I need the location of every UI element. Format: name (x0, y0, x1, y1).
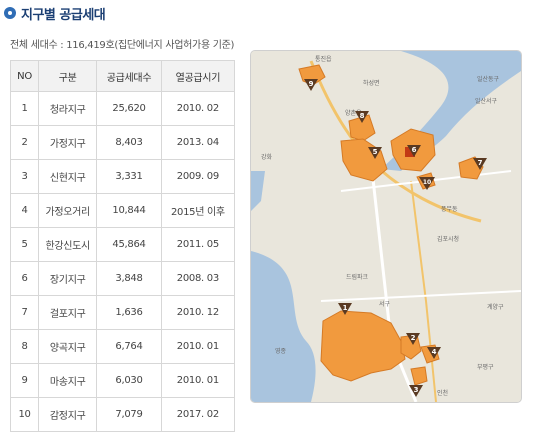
cell-count: 3,331 (96, 159, 162, 194)
cell-name: 장기지구 (38, 261, 98, 296)
cell-year: 2008. 03 (160, 261, 236, 296)
map-label-incheon: 인천 (437, 389, 448, 397)
cell-count: 45,864 (96, 227, 162, 262)
map-label-tongjin: 통진읍 (315, 55, 332, 63)
section-header: 지구별 공급세대 (4, 3, 106, 23)
table-row: 9 마송지구 6,030 2010. 01 (9, 363, 236, 398)
cell-name: 청라지구 (38, 91, 98, 126)
map-marker-label: 8 (360, 112, 365, 120)
column-header-year: 열공급시기 (160, 60, 236, 92)
cell-year: 2009. 09 (160, 159, 236, 194)
cell-no: 5 (9, 227, 40, 262)
map-label-seo-gu: 서구 (379, 300, 391, 308)
table-row: 4 가정오거리 10,844 2015년 이후 (9, 193, 236, 228)
map-label-yeongjong: 영종 (275, 347, 287, 355)
map-label-haseong: 하성면 (363, 79, 380, 87)
table-row: 1 청라지구 25,620 2010. 02 (9, 91, 236, 126)
cell-count: 1,636 (96, 295, 162, 330)
cell-count: 7,079 (96, 397, 162, 432)
district-map: 통진읍 하성면 일산서구 일산동구 양촌읍 김포시청 풍무동 계양구 서구 드림… (250, 50, 522, 403)
map-marker-label: 9 (309, 80, 314, 88)
cell-name: 감정지구 (38, 397, 98, 432)
page-title: 지구별 공급세대 (21, 7, 106, 23)
cell-name: 양곡지구 (38, 329, 98, 364)
cell-no: 3 (9, 159, 40, 194)
cell-count: 25,620 (96, 91, 162, 126)
cell-count: 6,030 (96, 363, 162, 398)
map-label-ilsanseo: 일산서구 (475, 97, 498, 105)
cell-no: 6 (9, 261, 40, 296)
cell-count: 10,844 (96, 193, 162, 228)
table-row: 3 신현지구 3,331 2009. 09 (9, 159, 236, 194)
cell-year: 2015년 이후 (160, 193, 236, 228)
table-header-row: NO 구분 공급세대수 열공급시기 (9, 60, 236, 92)
map-label-ilsandong: 일산동구 (477, 75, 500, 83)
map-marker-label: 6 (412, 146, 417, 154)
cell-no: 2 (9, 125, 40, 160)
cell-name: 한강신도시 (38, 227, 98, 262)
cell-name: 가정오거리 (38, 193, 98, 228)
map-label-pungmu: 풍무동 (441, 206, 458, 213)
table-row: 8 양곡지구 6,764 2010. 01 (9, 329, 236, 364)
map-marker-label: 4 (432, 348, 437, 356)
cell-name: 걸포지구 (38, 295, 98, 330)
map-label-dreampark: 드림파크 (346, 273, 369, 281)
map-marker-label: 5 (373, 148, 378, 156)
column-header-name: 구분 (38, 60, 98, 92)
column-header-count: 공급세대수 (96, 60, 162, 92)
cell-count: 6,764 (96, 329, 162, 364)
cell-name: 신현지구 (38, 159, 98, 194)
cell-no: 4 (9, 193, 40, 228)
cell-year: 2010. 01 (160, 363, 236, 398)
cell-no: 8 (9, 329, 40, 364)
map-marker-label: 1 (343, 304, 348, 312)
cell-year: 2010. 01 (160, 329, 236, 364)
table-row: 2 가정지구 8,403 2013. 04 (9, 125, 236, 160)
map-marker-label: 2 (411, 334, 416, 342)
cell-year: 2011. 05 (160, 227, 236, 262)
supply-table: NO 구분 공급세대수 열공급시기 1 청라지구 25,620 2010. 02 2가… (9, 60, 236, 432)
cell-year: 2013. 04 (160, 125, 236, 160)
total-households-summary: 전체 세대수 : 116,419호(집단에너지 사업허가용 기준) (10, 40, 235, 51)
district-map-svg: 통진읍 하성면 일산서구 일산동구 양촌읍 김포시청 풍무동 계양구 서구 드림… (251, 51, 521, 402)
map-marker-label: 7 (478, 159, 483, 167)
map-label-gimpo-cityhall: 김포시청 (437, 236, 459, 243)
cell-no: 1 (9, 91, 40, 126)
cell-count: 8,403 (96, 125, 162, 160)
title-bullet-icon (4, 7, 16, 19)
table-row: 6 장기지구 3,848 2008. 03 (9, 261, 236, 296)
cell-no: 9 (9, 363, 40, 398)
cell-year: 2010. 12 (160, 295, 236, 330)
table-row: 5 한강신도시 45,864 2011. 05 (9, 227, 236, 262)
table-row: 10 감정지구 7,079 2017. 02 (9, 397, 236, 432)
map-label-gyeyang: 계양구 (487, 303, 504, 311)
cell-name: 가정지구 (38, 125, 98, 160)
cell-no: 10 (9, 397, 40, 432)
cell-year: 2017. 02 (160, 397, 236, 432)
map-marker-label: 10 (423, 179, 431, 186)
table-row: 7 걸포지구 1,636 2010. 12 (9, 295, 236, 330)
cell-year: 2010. 02 (160, 91, 236, 126)
cell-no: 7 (9, 295, 40, 330)
column-header-no: NO (9, 60, 40, 92)
map-marker-label: 3 (414, 386, 419, 394)
cell-name: 마송지구 (38, 363, 98, 398)
cell-count: 3,848 (96, 261, 162, 296)
map-label-ganghwa: 강화 (261, 153, 273, 161)
map-label-bupyeong: 부평구 (477, 363, 494, 371)
